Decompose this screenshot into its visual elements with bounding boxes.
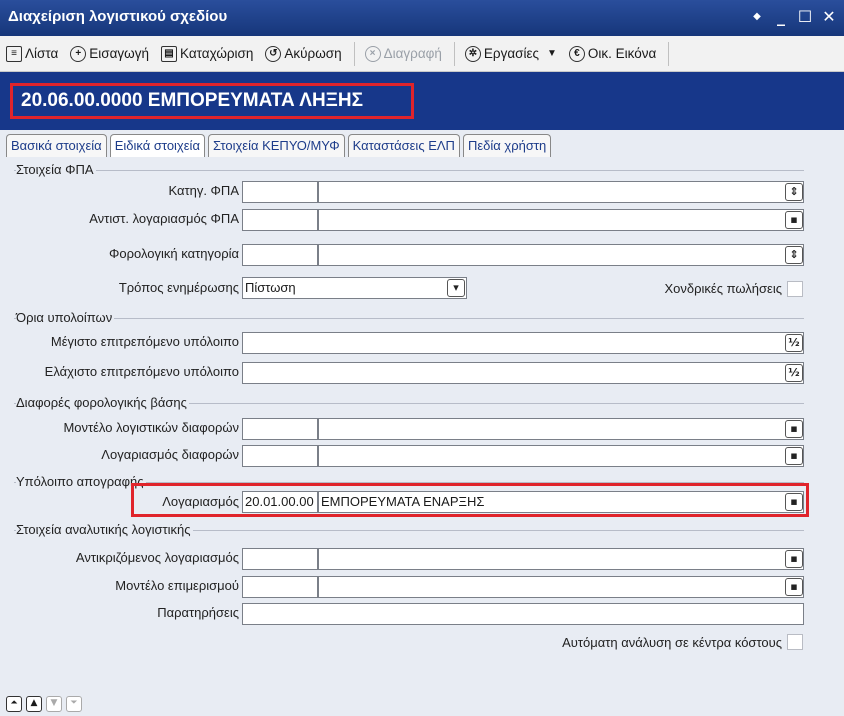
chevron-down-icon[interactable]: ▾ [447, 279, 465, 297]
undo-icon: ↺ [265, 45, 282, 62]
record-header: 20.06.00.0000 ΕΜΠΟΡΕΥΜΑΤΑ ΛΗΞΗΣ [0, 72, 844, 130]
delete-icon: × [364, 45, 381, 62]
list-button[interactable]: ≡ Λίστα [6, 45, 59, 62]
max-balance-label: Μέγιστο επιτρεπόμενο υπόλοιπο [50, 334, 239, 349]
calculator-button[interactable]: ½ [785, 334, 803, 352]
section-limits-title: Όρια υπολοίπων [16, 310, 115, 325]
update-method-select[interactable]: Πίστωση [242, 277, 467, 299]
vat-account-lookup-button[interactable]: ▪ [785, 211, 803, 229]
account-title: 20.06.00.0000 ΕΜΠΟΡΕΥΜΑΤΑ ΛΗΞΗΣ [10, 83, 414, 119]
close-button[interactable]: ✕ [818, 4, 840, 30]
tax-category-label: Φορολογική κατηγορία [109, 246, 239, 261]
tab-strip: Βασικά στοιχεία Ειδικά στοιχεία Στοιχεία… [6, 134, 554, 157]
wholesale-checkbox[interactable] [787, 281, 803, 297]
save-button[interactable]: ▤ Καταχώριση [161, 45, 254, 62]
diff-account-label: Λογαριασμός διαφορών [101, 447, 239, 462]
counter-account-label: Αντικριζόμενος λογαριασμός [75, 550, 239, 565]
last-record-button[interactable]: ⏷ [66, 696, 82, 712]
tab-elp-statements[interactable]: Καταστάσεις ΕΛΠ [347, 134, 460, 157]
counter-account-lookup-button[interactable]: ▪ [785, 550, 803, 568]
toolbar: ≡ Λίστα + Εισαγωγή ▤ Καταχώριση ↺ Ακύρωσ… [0, 36, 844, 72]
inventory-account-name-field[interactable]: ΕΜΠΟΡΕΥΜΑΤΑ ΕΝΑΡΞΗΣ [318, 491, 804, 513]
delete-button[interactable]: × Διαγραφή [364, 45, 442, 62]
vat-account-name-field[interactable] [318, 209, 804, 231]
pin-icon[interactable]: ◆ [746, 4, 768, 30]
list-label: Λίστα [25, 46, 59, 61]
euro-icon: € [568, 45, 585, 62]
diff-model-label: Μοντέλο λογιστικών διαφορών [63, 420, 239, 435]
chevron-down-icon: ▼ [547, 48, 557, 59]
toolbar-separator [353, 41, 355, 66]
diff-account-lookup-button[interactable]: ▪ [785, 447, 803, 465]
vat-category-select-button[interactable]: ⇕ [785, 183, 803, 201]
tax-category-select-button[interactable]: ⇕ [785, 246, 803, 264]
counter-account-code-field[interactable] [242, 548, 318, 570]
tax-category-code-field[interactable] [242, 244, 318, 266]
insert-icon: + [70, 45, 87, 62]
update-method-label: Τρόπος ενημέρωσης [118, 280, 239, 295]
toolbar-separator [668, 41, 670, 66]
auto-cost-label: Αυτόματη ανάλυση σε κέντρα κόστους [562, 635, 782, 650]
insert-label: Εισαγωγή [89, 46, 149, 61]
vat-category-code-field[interactable] [242, 181, 318, 203]
calculator-button[interactable]: ½ [785, 364, 803, 382]
tasks-button[interactable]: ✲ Εργασίες ▼ [464, 45, 557, 62]
vat-account-label: Αντιστ. λογαριασμός ΦΠΑ [89, 211, 239, 226]
section-divider [14, 170, 804, 171]
financial-button[interactable]: € Οικ. Εικόνα [568, 45, 657, 62]
inventory-account-label: Λογαριασμός [162, 494, 239, 509]
counter-account-name-field[interactable] [318, 548, 804, 570]
allocation-model-lookup-button[interactable]: ▪ [785, 578, 803, 596]
diff-model-lookup-button[interactable]: ▪ [785, 420, 803, 438]
section-inventory-title: Υπόλοιπο απογραφής [16, 474, 146, 489]
wholesale-label: Χονδρικές πωλήσεις [664, 281, 782, 296]
tax-category-name-field[interactable] [318, 244, 804, 266]
diff-model-code-field[interactable] [242, 418, 318, 440]
diff-model-name-field[interactable] [318, 418, 804, 440]
first-record-button[interactable]: ⏶ [6, 696, 22, 712]
tab-user-fields[interactable]: Πεδία χρήστη [462, 134, 552, 157]
section-vat-title: Στοιχεία ΦΠΑ [16, 162, 96, 177]
tab-kepyo[interactable]: Στοιχεία ΚΕΠΥΟ/ΜΥΦ [207, 134, 345, 157]
maximize-button[interactable]: ☐ [794, 4, 816, 30]
window-title: Διαχείριση λογιστικού σχεδίου [8, 8, 228, 25]
financial-label: Οικ. Εικόνα [587, 46, 657, 61]
inventory-account-lookup-button[interactable]: ▪ [785, 493, 803, 511]
notes-field[interactable] [242, 603, 804, 625]
save-label: Καταχώριση [180, 46, 254, 61]
allocation-model-code-field[interactable] [242, 576, 318, 598]
save-icon: ▤ [161, 45, 177, 62]
allocation-model-name-field[interactable] [318, 576, 804, 598]
diff-account-code-field[interactable] [242, 445, 318, 467]
notes-label: Παρατηρήσεις [157, 605, 239, 620]
cancel-label: Ακύρωση [284, 46, 342, 61]
auto-cost-checkbox[interactable] [787, 634, 803, 650]
next-record-button[interactable]: ▼ [46, 696, 62, 712]
section-tax-diff-title: Διαφορές φορολογικής βάσης [16, 395, 189, 410]
delete-label: Διαγραφή [383, 46, 442, 61]
min-balance-label: Ελάχιστο επιτρεπόμενο υπόλοιπο [44, 364, 239, 379]
allocation-model-label: Μοντέλο επιμερισμού [115, 578, 239, 593]
inventory-account-code-field[interactable]: 20.01.00.00 [242, 491, 318, 513]
gear-icon: ✲ [464, 45, 481, 62]
list-icon: ≡ [6, 45, 22, 62]
tab-basic[interactable]: Βασικά στοιχεία [6, 134, 107, 157]
max-balance-field[interactable] [242, 332, 804, 354]
diff-account-name-field[interactable] [318, 445, 804, 467]
vat-category-name-field[interactable] [318, 181, 804, 203]
cancel-button[interactable]: ↺ Ακύρωση [265, 45, 342, 62]
insert-button[interactable]: + Εισαγωγή [70, 45, 149, 62]
toolbar-separator [453, 41, 455, 66]
window-title-bar: Διαχείριση λογιστικού σχεδίου ◆ _ ☐ ✕ [0, 0, 844, 36]
minimize-button[interactable]: _ [770, 4, 792, 30]
tasks-label: Εργασίες [483, 46, 540, 61]
previous-record-button[interactable]: ▲ [26, 696, 42, 712]
section-divider [14, 318, 804, 319]
tab-special[interactable]: Ειδικά στοιχεία [109, 134, 205, 157]
min-balance-field[interactable] [242, 362, 804, 384]
section-analytic-title: Στοιχεία αναλυτικής λογιστικής [16, 522, 193, 537]
vat-category-label: Κατηγ. ΦΠΑ [168, 183, 239, 198]
vat-account-code-field[interactable] [242, 209, 318, 231]
record-navigation: ⏶ ▲ ▼ ⏷ [6, 696, 82, 712]
